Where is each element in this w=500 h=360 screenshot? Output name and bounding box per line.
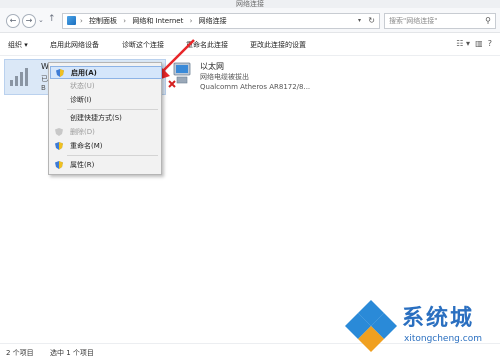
breadcrumb: › 控制面板 › 网络和 Internet › 网络连接 [80,14,231,28]
address-bar-row: ← → ⌄ ↑ › 控制面板 › 网络和 Internet › 网络连接 ▾ ↻… [0,8,500,33]
wlan-adapter: B [41,84,46,92]
watermark-logo: 系统城 xitongcheng.com [344,294,500,356]
wifi-signal-icon [10,68,28,86]
menu-item-diagnose[interactable]: 诊断(I) [50,94,160,106]
wlan-status: 已 [41,75,48,83]
menu-item-label: 状态(U) [70,82,95,90]
up-button[interactable]: ↑ [48,14,56,24]
menu-item-label: 创建快捷方式(S) [70,114,122,122]
selected-count: 选中 1 个项目 [50,349,94,357]
change-settings-button[interactable]: 更改此连接的设置 [250,40,306,50]
menu-item-create-shortcut[interactable]: 创建快捷方式(S) [50,112,160,124]
menu-item-label: 删除(D) [70,128,95,136]
chevron-down-icon[interactable]: ▾ [358,14,361,28]
menu-item-status[interactable]: 状态(U) [50,80,160,92]
menu-item-label: 启用(A) [71,69,97,77]
view-options-icon[interactable]: ☷ ▾ ▥ ? [456,39,492,48]
menu-item-properties[interactable]: 属性(R) [50,159,160,171]
control-panel-icon [67,16,76,25]
breadcrumb-item[interactable]: 网络和 Internet [132,17,183,25]
breadcrumb-separator: › [189,17,193,25]
watermark-emblem [345,300,397,352]
address-field[interactable]: › 控制面板 › 网络和 Internet › 网络连接 ▾ ↻ [62,13,380,29]
context-menu: 启用(A) 状态(U) 诊断(I) 创建快捷方式(S) 删除(D) 重命名(M)… [48,62,162,175]
breadcrumb-item[interactable]: 网络连接 [199,17,227,25]
menu-item-label: 诊断(I) [70,96,92,104]
organize-button[interactable]: 组织 ▾ [8,40,28,50]
menu-item-label: 重命名(M) [70,142,103,150]
menu-item-delete[interactable]: 删除(D) [50,126,160,138]
shield-icon [56,69,64,77]
search-icon[interactable]: ⚲ [485,14,491,28]
search-placeholder: 搜索"网络连接" [389,17,438,25]
back-button[interactable]: ← [6,14,20,28]
menu-separator [67,155,158,156]
menu-item-enable[interactable]: 启用(A) [50,66,162,79]
menu-item-label: 属性(R) [70,161,95,169]
window-title: 网络连接 [0,0,500,8]
shield-icon [55,161,63,169]
ethernet-adapter: Qualcomm Atheros AR8172/8... [200,83,311,91]
recent-locations-dropdown[interactable]: ⌄ [38,16,44,24]
breadcrumb-separator: › [123,17,127,25]
item-count: 2 个项目 [6,349,34,357]
command-bar: 组织 ▾ 启用此网络设备 诊断这个连接 重命名此连接 更改此连接的设置 ☷ ▾ … [0,33,500,56]
shield-icon [55,128,63,136]
breadcrumb-item[interactable]: 控制面板 [89,17,117,25]
menu-separator [67,109,158,110]
shield-icon [55,142,63,150]
breadcrumb-separator: › [80,17,83,25]
forward-button[interactable]: → [22,14,36,28]
search-input[interactable]: 搜索"网络连接" ⚲ [384,13,496,29]
menu-item-rename[interactable]: 重命名(M) [50,140,160,152]
enable-device-button[interactable]: 启用此网络设备 [50,40,99,50]
refresh-icon[interactable]: ↻ [368,14,375,28]
watermark-url: xitongcheng.com [404,334,482,344]
watermark-brand: 系统城 [402,306,475,331]
